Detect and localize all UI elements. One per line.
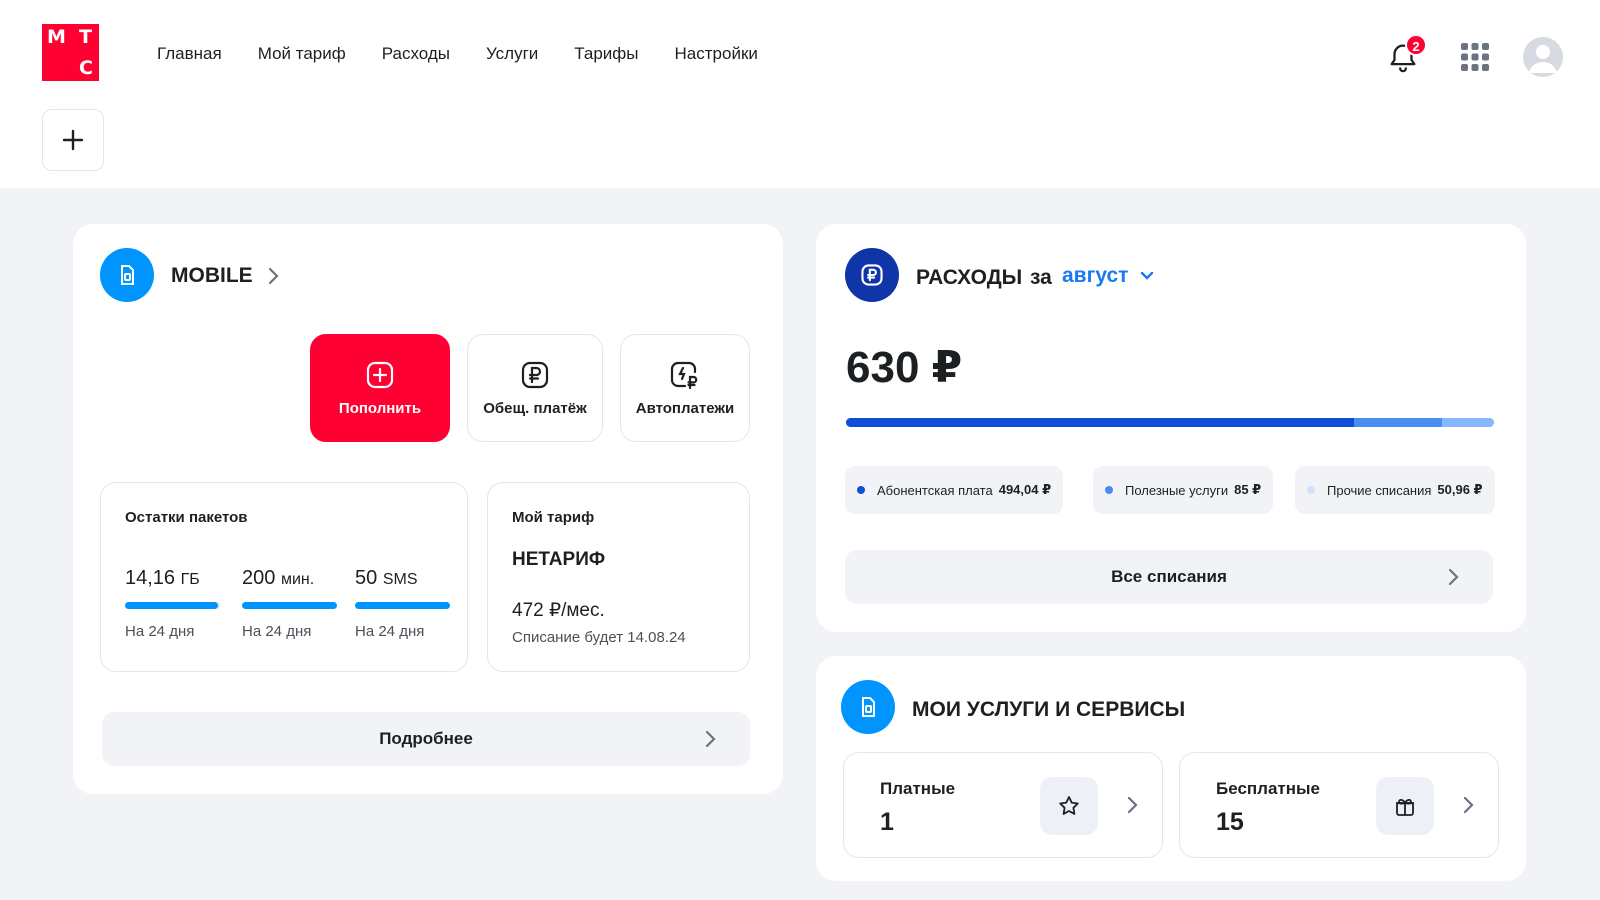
user-icon xyxy=(1529,45,1557,73)
packages-title: Остатки пакетов xyxy=(125,509,248,526)
package-until: На 24 дня xyxy=(125,623,195,640)
spending-segment xyxy=(1441,418,1494,427)
legend-dot xyxy=(1307,486,1315,494)
package-bar-fill xyxy=(242,602,337,609)
apps-grid-icon[interactable] xyxy=(1460,42,1490,72)
mobile-card: MOBILE Пополнить Обещ. платёж Автоплатеж… xyxy=(73,224,783,794)
mobile-title[interactable]: MOBILE xyxy=(171,264,253,288)
nav-item-home[interactable]: Главная xyxy=(157,44,222,64)
package-bar-fill xyxy=(355,602,450,609)
autopayments-label: Автоплатежи xyxy=(635,399,735,417)
chip-amount: 494,04 ₽ xyxy=(998,482,1052,497)
service-count: 15 xyxy=(1216,808,1244,836)
plus-icon xyxy=(62,129,84,151)
chip-useful-services[interactable]: Полезные услуги 85 ₽ xyxy=(1093,466,1274,514)
spending-title: РАСХОДЫ xyxy=(916,266,1023,289)
spending-card: РАСХОДЫ за август 630 ₽ Абонентская плат… xyxy=(816,224,1526,632)
tariff-title: Мой тариф xyxy=(512,509,595,526)
package-bar-fill xyxy=(125,602,219,609)
chevron-right-icon xyxy=(705,730,716,748)
logo-letter: М xyxy=(47,26,66,48)
service-label: Платные xyxy=(880,779,956,798)
gift-icon xyxy=(1376,777,1434,835)
tariff-charge-note: Списание будет 14.08.24 xyxy=(512,629,686,646)
package-bar-track xyxy=(242,602,337,609)
more-button[interactable]: Подробнее xyxy=(102,712,750,766)
chevron-right-icon xyxy=(1127,796,1138,814)
header: М Т С Главная Мой тариф Расходы Услуги Т… xyxy=(0,0,1600,188)
spending-segment xyxy=(1354,418,1442,427)
nav-item-services[interactable]: Услуги xyxy=(486,44,538,64)
chip-other-charges[interactable]: Прочие списания 50,96 ₽ xyxy=(1295,466,1495,514)
autopayments-button[interactable]: Автоплатежи xyxy=(620,334,750,442)
nav-item-tariffs[interactable]: Тарифы xyxy=(574,44,638,64)
logo-letter: Т xyxy=(79,26,92,48)
chip-subscription[interactable]: Абонентская плата 494,04 ₽ xyxy=(845,466,1064,514)
chevron-right-icon[interactable] xyxy=(266,266,280,286)
package-bar-track xyxy=(355,602,450,609)
free-services-tile[interactable]: Бесплатные 15 xyxy=(1179,752,1499,858)
chip-amount: 85 ₽ xyxy=(1234,482,1262,497)
add-account-button[interactable] xyxy=(42,109,104,171)
period-prefix: за xyxy=(1030,266,1052,289)
services-title: МОИ УСЛУГИ И СЕРВИСЫ xyxy=(912,698,1186,721)
plus-square-icon xyxy=(366,361,394,388)
more-button-label: Подробнее xyxy=(379,729,473,748)
tariff-name: НЕТАРИФ xyxy=(512,549,606,570)
package-unit: мин. xyxy=(280,571,315,588)
tariff-panel[interactable]: Мой тариф НЕТАРИФ 472 ₽/мес. Списание бу… xyxy=(487,482,750,672)
notification-badge: 2 xyxy=(1405,34,1427,56)
package-unit: ГБ xyxy=(180,571,200,588)
package-sms: 50 SMS На 24 дня xyxy=(355,567,450,640)
period-value: август xyxy=(1062,264,1129,287)
chip-amount: 50,96 ₽ xyxy=(1437,482,1483,497)
auto-payment-icon xyxy=(670,361,698,389)
avatar[interactable] xyxy=(1523,37,1563,77)
package-value: 14,16 xyxy=(125,567,176,589)
package-until: На 24 дня xyxy=(242,623,312,640)
chip-label: Полезные услуги xyxy=(1125,482,1229,498)
package-internet: 14,16 ГБ На 24 дня xyxy=(125,567,220,640)
package-unit: SMS xyxy=(382,571,418,588)
tariff-price: 472 ₽/мес. xyxy=(512,600,605,621)
legend-dot xyxy=(857,486,865,494)
chevron-right-icon xyxy=(1448,568,1459,586)
chevron-right-icon xyxy=(1463,796,1474,814)
sim-icon xyxy=(841,680,895,734)
promised-payment-button[interactable]: Обещ. платёж xyxy=(467,334,603,442)
logo-letter: С xyxy=(79,57,93,79)
chip-label: Прочие списания xyxy=(1327,482,1432,498)
package-minutes: 200 мин. На 24 дня xyxy=(242,567,337,640)
top-up-label: Пополнить xyxy=(338,399,422,417)
main-nav: Главная Мой тариф Расходы Услуги Тарифы … xyxy=(157,44,794,64)
promised-payment-label: Обещ. платёж xyxy=(483,399,587,417)
ruble-circle-icon xyxy=(845,248,899,302)
chevron-down-icon xyxy=(1141,271,1154,280)
services-card: МОИ УСЛУГИ И СЕРВИСЫ Платные 1 Бесплатны… xyxy=(816,656,1526,881)
package-value: 50 xyxy=(355,567,378,589)
legend-dot xyxy=(1105,486,1113,494)
package-until: На 24 дня xyxy=(355,623,425,640)
spending-segment xyxy=(846,418,1355,427)
ruble-icon xyxy=(521,361,549,388)
top-up-button[interactable]: Пополнить xyxy=(310,334,450,442)
nav-item-settings[interactable]: Настройки xyxy=(675,44,758,64)
star-icon xyxy=(1040,777,1098,835)
nav-item-my-tariff[interactable]: Мой тариф xyxy=(258,44,346,64)
service-label: Бесплатные xyxy=(1216,779,1320,798)
period-dropdown[interactable]: август xyxy=(1062,264,1154,288)
sim-icon xyxy=(100,248,154,302)
chip-label: Абонентская плата xyxy=(877,482,993,498)
packages-panel[interactable]: Остатки пакетов 14,16 ГБ На 24 дня 200 м… xyxy=(100,482,468,672)
spending-bar xyxy=(846,418,1494,427)
package-bar-track xyxy=(125,602,220,609)
mts-logo[interactable]: М Т С xyxy=(42,24,99,81)
package-value: 200 xyxy=(242,567,276,589)
spending-total: 630 ₽ xyxy=(846,343,963,392)
service-count: 1 xyxy=(880,808,894,836)
nav-item-expenses[interactable]: Расходы xyxy=(382,44,450,64)
paid-services-tile[interactable]: Платные 1 xyxy=(843,752,1163,858)
all-charges-label: Все списания xyxy=(1111,567,1227,586)
all-charges-button[interactable]: Все списания xyxy=(845,550,1493,604)
